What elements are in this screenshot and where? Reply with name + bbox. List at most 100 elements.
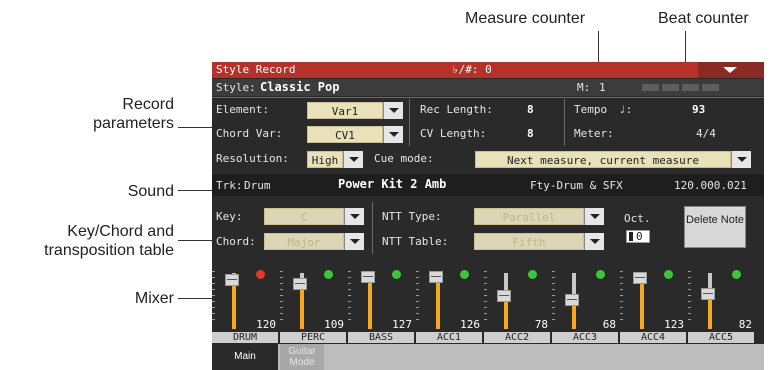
channel-name-label[interactable]: ACC5: [688, 332, 754, 343]
key-field[interactable]: C: [264, 208, 344, 225]
fader-knob[interactable]: [497, 290, 511, 302]
channel-status-led[interactable]: [596, 270, 605, 279]
chord-label: Chord:: [216, 235, 256, 248]
volume-fader[interactable]: [425, 269, 451, 331]
key-label: Key:: [216, 210, 243, 223]
channel-status-led[interactable]: [528, 270, 537, 279]
page-title: Style Record: [216, 63, 296, 76]
channel-status-led[interactable]: [324, 270, 333, 279]
volume-fader[interactable]: [493, 269, 519, 331]
fader-knob[interactable]: [225, 274, 239, 286]
ntt-type-field[interactable]: Parallel: [474, 208, 584, 225]
sound-leader-line: [178, 190, 212, 191]
ntt-table-dropdown[interactable]: [584, 233, 604, 250]
channel-status-led[interactable]: [392, 270, 401, 279]
key-dropdown[interactable]: [344, 208, 364, 225]
channel-name-label[interactable]: ACC4: [620, 332, 686, 343]
chordvar-field[interactable]: CV1: [307, 126, 383, 143]
volume-fader[interactable]: [357, 269, 383, 331]
volume-fader[interactable]: [289, 269, 315, 331]
channel-status-led[interactable]: [664, 270, 673, 279]
resolution-field[interactable]: High: [307, 151, 343, 168]
reclength-value[interactable]: 8: [527, 103, 534, 116]
channel-volume-value: 120: [256, 318, 276, 331]
channel-name-label[interactable]: ACC3: [552, 332, 618, 343]
fader-knob[interactable]: [565, 294, 579, 306]
mixer-channel: 127: [348, 265, 415, 332]
fader-knob[interactable]: [293, 278, 307, 290]
style-row: Style: Classic Pop M: 1: [212, 79, 764, 96]
fader-scale: [212, 271, 215, 323]
fader-knob[interactable]: [361, 271, 375, 283]
fader-scale: [484, 271, 487, 323]
fader-knob[interactable]: [429, 271, 443, 283]
element-label: Element:: [216, 103, 269, 116]
chord-field[interactable]: Major: [264, 233, 344, 250]
volume-fader[interactable]: [629, 269, 655, 331]
chevron-down-icon: [737, 157, 747, 162]
fader-scale: [416, 271, 419, 323]
channel-status-led[interactable]: [460, 270, 469, 279]
track-label: Trk:: [216, 179, 243, 192]
fader-fill: [232, 282, 236, 329]
fader-scale: [348, 271, 351, 323]
element-dropdown[interactable]: [383, 102, 403, 119]
channel-name-label[interactable]: DRUM: [212, 332, 278, 343]
ntt-table-label: NTT Table:: [382, 235, 449, 248]
element-field[interactable]: Var1: [307, 102, 383, 119]
tab-guitar-mode[interactable]: Guitar Mode: [280, 344, 324, 370]
track-row[interactable]: Trk: Drum Power Kit 2 Amb Fty-Drum & SFX…: [212, 174, 764, 196]
channel-name-label[interactable]: ACC1: [416, 332, 482, 343]
page-menu-button[interactable]: [698, 62, 764, 78]
meter-value[interactable]: 4/4: [696, 127, 716, 140]
sound-annotation: Sound: [127, 183, 174, 200]
cvlength-value[interactable]: 8: [527, 127, 534, 140]
reclength-label: Rec Length:: [420, 103, 493, 116]
octave-toggle[interactable]: 0: [626, 230, 650, 243]
sound-category: Fty-Drum & SFX: [530, 179, 623, 192]
chordvar-dropdown[interactable]: [383, 126, 403, 143]
chevron-down-icon: [590, 214, 600, 219]
fader-scale: [688, 271, 691, 323]
cuemode-dropdown[interactable]: [731, 151, 751, 168]
quarter-note-icon: ♩:: [619, 103, 633, 116]
sound-name[interactable]: Power Kit 2 Amb: [338, 177, 446, 191]
tab-bar: Main Guitar Mode: [212, 344, 764, 370]
fader-fill: [708, 296, 712, 329]
octave-label: Oct.: [624, 212, 651, 225]
volume-fader[interactable]: [697, 269, 723, 331]
fader-scale: [280, 271, 283, 323]
tempo-value[interactable]: 93: [692, 103, 705, 116]
channel-name-label[interactable]: PERC: [280, 332, 346, 343]
channel-status-led[interactable]: [256, 270, 265, 279]
ntt-table-field[interactable]: Fifth: [474, 233, 584, 250]
fader-knob[interactable]: [701, 288, 715, 300]
fader-fill: [300, 286, 304, 329]
chord-dropdown[interactable]: [344, 233, 364, 250]
record-parameters-annotation: Record parameters: [93, 96, 174, 132]
fader-fill: [640, 280, 644, 329]
fader-fill: [436, 279, 440, 329]
track-name: Drum: [244, 179, 271, 192]
channel-status-led[interactable]: [732, 270, 741, 279]
fader-knob[interactable]: [633, 272, 647, 284]
tab-main[interactable]: Main: [212, 344, 278, 370]
meter-label: Meter:: [574, 127, 614, 140]
cuemode-field[interactable]: Next measure, current measure: [475, 151, 731, 168]
beat-counter-box-3: [682, 84, 699, 91]
volume-fader[interactable]: [561, 269, 587, 331]
fader-fill: [572, 302, 576, 329]
mixer-channel: 82: [688, 265, 755, 332]
measure-label: M:: [577, 81, 591, 94]
style-label: Style:: [216, 81, 256, 94]
volume-fader[interactable]: [221, 269, 247, 331]
style-name[interactable]: Classic Pop: [260, 80, 339, 94]
ntt-type-dropdown[interactable]: [584, 208, 604, 225]
channel-name-label[interactable]: ACC2: [484, 332, 550, 343]
beat-counter-annotation: Beat counter: [658, 10, 749, 27]
delete-note-button[interactable]: Delete Note: [684, 206, 746, 248]
resolution-dropdown[interactable]: [343, 151, 363, 168]
channel-volume-value: 68: [602, 318, 616, 331]
divider: [212, 97, 764, 98]
channel-name-label[interactable]: BASS: [348, 332, 414, 343]
